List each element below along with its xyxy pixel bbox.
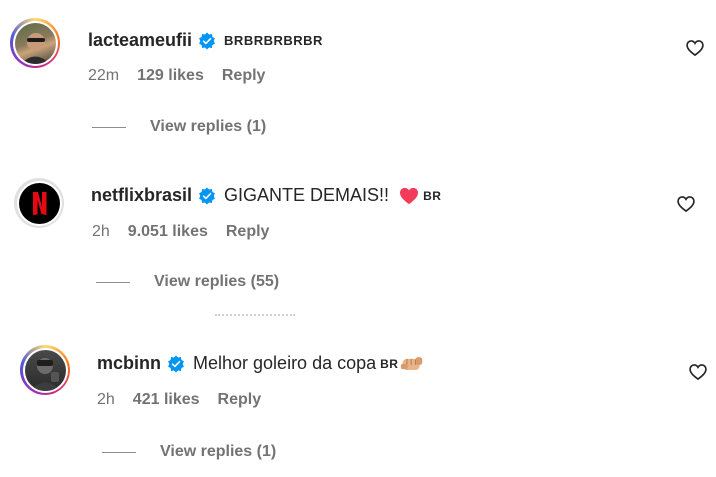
heart-outline-icon[interactable]: [685, 38, 705, 58]
heart-outline-icon[interactable]: [688, 362, 708, 382]
view-replies-button[interactable]: View replies (55): [96, 273, 279, 291]
view-replies-label: View replies (55): [154, 273, 280, 290]
red-heart-emoji: [400, 187, 419, 204]
likes-count[interactable]: 9.051 likes: [128, 223, 208, 241]
view-replies-button[interactable]: View replies (1): [102, 443, 276, 461]
comment-time: 22m: [88, 67, 120, 84]
divider: [102, 451, 136, 453]
comment-time: 2h: [92, 223, 110, 240]
flag-emoji-text: BR: [380, 356, 399, 371]
view-replies-button[interactable]: View replies (1): [92, 118, 266, 136]
username[interactable]: mcbinn: [97, 353, 161, 374]
comment-time: 2h: [97, 391, 115, 408]
flag-emoji-text: BRBRBRBRBR: [224, 33, 323, 48]
avatar[interactable]: [10, 18, 60, 68]
username[interactable]: netflixbrasil: [91, 185, 192, 206]
heart-outline-icon[interactable]: [676, 194, 696, 214]
separator-artifact: [215, 314, 295, 318]
view-replies-label: View replies (1): [160, 443, 277, 460]
reply-button[interactable]: Reply: [222, 67, 266, 85]
reply-button[interactable]: Reply: [218, 391, 262, 409]
avatar[interactable]: [20, 345, 70, 395]
flag-emoji-text: BR: [423, 188, 442, 203]
avatar-photo-icon: [29, 357, 61, 391]
verified-badge-icon: [168, 354, 184, 373]
netflix-logo-icon: [32, 191, 46, 215]
comment-text: GIGANTE DEMAIS!!: [224, 185, 390, 205]
divider: [96, 281, 130, 283]
likes-count[interactable]: 129 likes: [137, 67, 204, 85]
verified-badge-icon: [199, 186, 215, 205]
username[interactable]: lacteameufii: [88, 30, 192, 51]
divider: [92, 126, 126, 128]
verified-badge-icon: [199, 31, 215, 50]
avatar-photo-icon: [20, 32, 50, 64]
comment-text: Melhor goleiro da copa: [193, 353, 377, 373]
avatar[interactable]: [14, 178, 64, 228]
fist-emoji: [401, 356, 423, 370]
likes-count[interactable]: 421 likes: [133, 391, 200, 409]
view-replies-label: View replies (1): [150, 118, 267, 135]
reply-button[interactable]: Reply: [226, 223, 270, 241]
